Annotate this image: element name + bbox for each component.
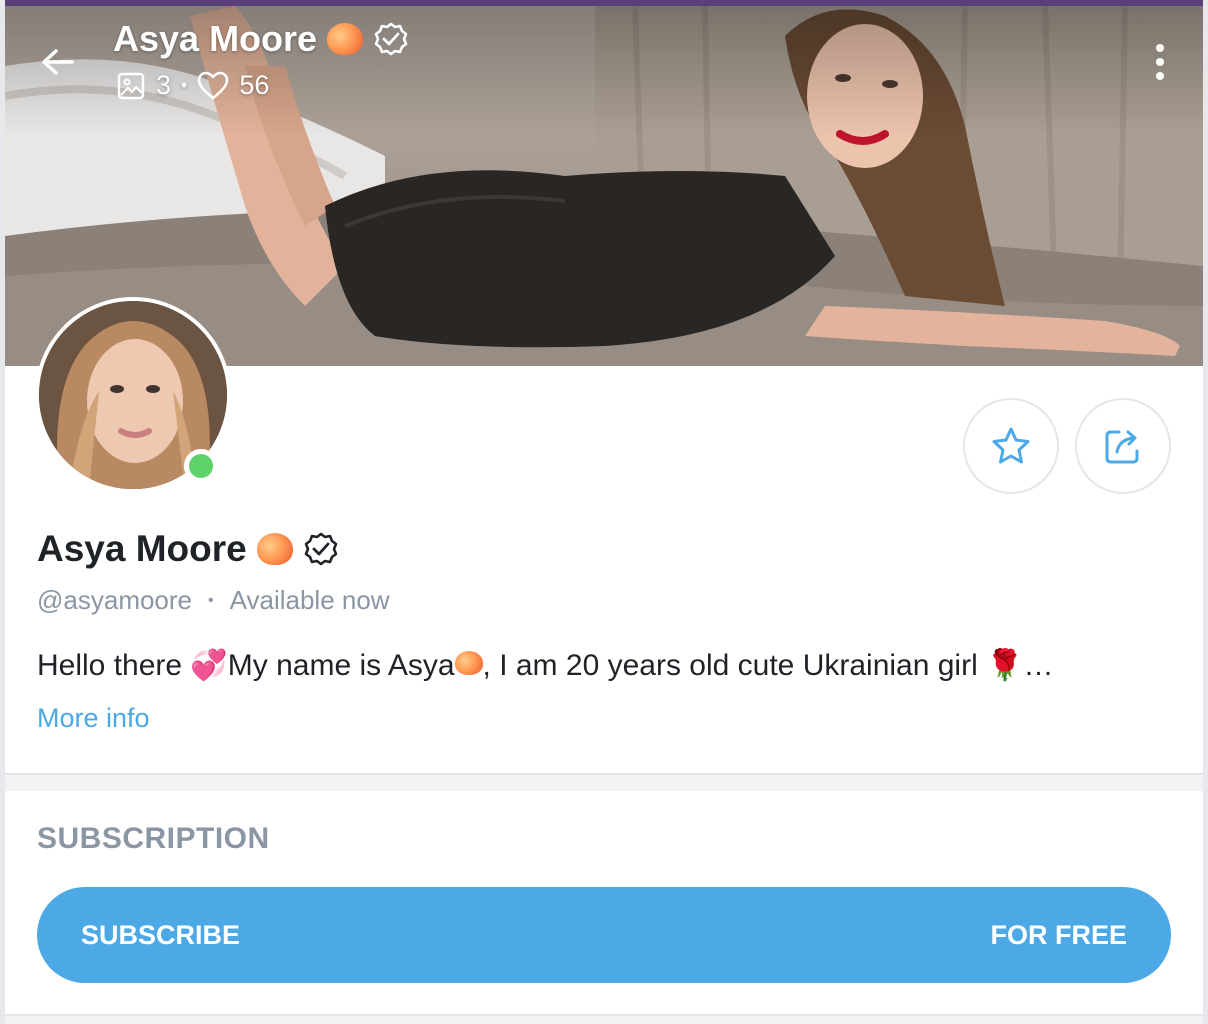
share-button[interactable] [1075, 398, 1171, 494]
bottom-divider [5, 1014, 1203, 1024]
peach-emoji-icon [327, 23, 364, 55]
bio-text-2: My name is Asya [227, 649, 455, 682]
more-vertical-icon [1156, 44, 1164, 52]
header-title: Asya Moore [113, 18, 318, 59]
share-icon [1105, 430, 1139, 464]
profile-name: Asya Moore [37, 528, 247, 569]
handle-separator: • [208, 591, 214, 609]
bio-ellipsis: … [1023, 649, 1054, 682]
peach-emoji-icon [256, 533, 293, 565]
subscription-heading: SUBSCRIPTION [37, 822, 270, 855]
more-dot [1156, 72, 1164, 80]
subscribe-button[interactable]: SUBSCRIBE FOR FREE [37, 887, 1171, 983]
photos-count: 3 [156, 70, 172, 100]
verified-badge-icon [374, 22, 408, 56]
profile-name-row: Asya Moore [37, 528, 339, 570]
hearts-emoji-icon: 💞 [190, 648, 228, 683]
bio-text-1: Hello there [37, 649, 191, 682]
section-divider [5, 773, 1203, 791]
profile-bio: Hello there 💞My name is Asya , I am 20 ye… [37, 648, 1053, 683]
star-icon [992, 427, 1030, 464]
rose-emoji-icon: 🌹 [986, 648, 1024, 683]
peach-emoji-icon [454, 651, 483, 675]
more-dot [1156, 58, 1164, 66]
header-stats: 3 • 56 [116, 70, 269, 101]
handle-row: @asyamoore • Available now [37, 585, 390, 616]
stats-separator: • [181, 75, 188, 95]
back-button[interactable] [36, 40, 80, 84]
subscribe-price: FOR FREE [990, 919, 1127, 950]
profile-handle: @asyamoore [37, 585, 193, 615]
frame-right [1203, 0, 1208, 1024]
likes-count: 56 [239, 70, 270, 100]
bio-text-3: , I am 20 years old cute Ukrainian girl [482, 649, 987, 682]
heart-icon [198, 71, 229, 99]
subscribe-label: SUBSCRIBE [81, 919, 241, 950]
more-options-button[interactable] [1148, 40, 1172, 84]
availability-status: Available now [229, 585, 390, 615]
add-to-favorites-button[interactable] [963, 398, 1059, 494]
verified-badge-icon [304, 532, 338, 566]
more-info-link[interactable]: More info [37, 703, 150, 734]
online-status-indicator [184, 449, 218, 483]
image-icon [117, 72, 145, 99]
arrow-left-icon [42, 49, 74, 75]
header-title-row: Asya Moore [113, 18, 409, 60]
